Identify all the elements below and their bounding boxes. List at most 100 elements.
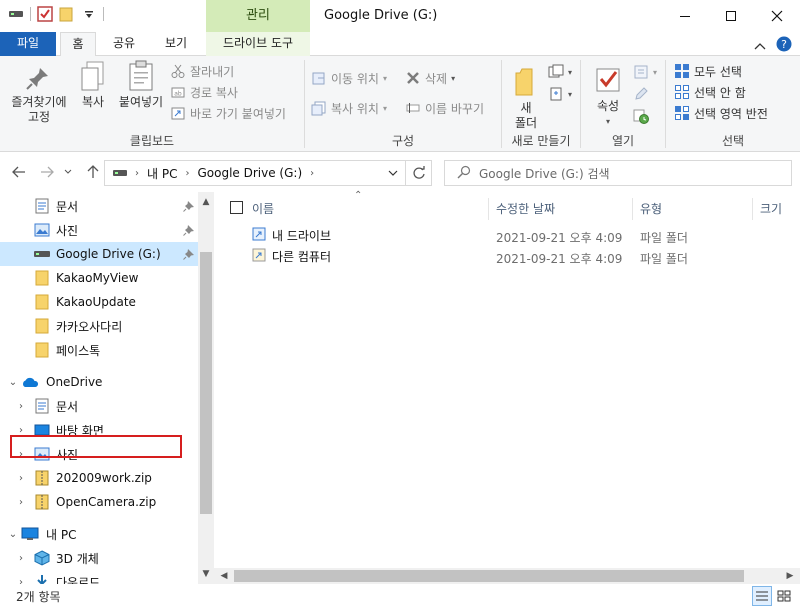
nav-item-this-pc[interactable]: ⌄ 내 PC xyxy=(0,522,198,546)
pin-to-quick-access-button[interactable]: 즐겨찾기에 고정 xyxy=(4,60,74,125)
nav-item-zip-opencamera[interactable]: › OpenCamera.zip xyxy=(0,490,198,514)
breadcrumb-this-pc[interactable]: 내 PC xyxy=(147,165,177,182)
search-input[interactable]: Google Drive (G:) 검색 xyxy=(444,160,792,186)
pin-icon[interactable] xyxy=(182,199,196,213)
nav-item-google-drive[interactable]: Google Drive (G:) xyxy=(0,242,198,266)
nav-item-kakaomyview[interactable]: KakaoMyView xyxy=(0,266,198,290)
column-header-name[interactable]: 이름 xyxy=(252,200,274,217)
chevron-right-icon[interactable]: › xyxy=(135,168,139,179)
paste-button[interactable]: 붙여넣기 xyxy=(114,60,168,110)
column-divider[interactable] xyxy=(632,198,633,220)
back-button[interactable] xyxy=(10,163,28,181)
move-to-icon xyxy=(311,70,327,86)
chevron-right-icon[interactable]: › xyxy=(14,471,28,485)
new-item-button[interactable]: ▾ xyxy=(548,62,572,82)
move-to-button[interactable]: 이동 위치 ▾ xyxy=(311,68,387,88)
scroll-right-icon[interactable]: ▶ xyxy=(782,568,798,584)
invert-selection-button[interactable]: 선택 영역 반전 xyxy=(674,103,768,123)
scrollbar-thumb[interactable] xyxy=(200,252,212,514)
open-button[interactable]: ▾ xyxy=(633,62,657,82)
scroll-up-icon[interactable]: ▲ xyxy=(198,194,214,210)
nav-item-3d-objects[interactable]: › 3D 개체 xyxy=(0,546,198,570)
large-icons-view-button[interactable] xyxy=(774,586,794,606)
maximize-button[interactable] xyxy=(708,0,754,32)
help-icon[interactable]: ? xyxy=(776,36,792,55)
chevron-right-icon[interactable]: › xyxy=(14,551,28,565)
close-button[interactable] xyxy=(754,0,800,32)
recent-locations-button[interactable] xyxy=(62,163,74,181)
table-row[interactable]: 다른 컴퓨터 2021-09-21 오후 4:09 파일 폴더 xyxy=(250,247,770,267)
folder-icon xyxy=(34,318,50,334)
table-row[interactable]: 내 드라이브 2021-09-21 오후 4:09 파일 폴더 xyxy=(250,226,770,246)
history-button[interactable] xyxy=(633,106,649,126)
select-all-button[interactable]: 모두 선택 xyxy=(674,61,742,81)
nav-item-zip-202009work[interactable]: › 202009work.zip xyxy=(0,466,198,490)
scrollbar-thumb[interactable] xyxy=(234,570,744,582)
delete-button[interactable]: 삭제 ▾ xyxy=(405,68,455,88)
tab-share[interactable]: 공유 xyxy=(104,32,144,56)
chevron-down-icon[interactable]: ⌄ xyxy=(6,527,20,541)
easy-access-button[interactable]: ▾ xyxy=(548,84,572,104)
copy-button[interactable]: 복사 xyxy=(74,60,112,110)
cut-button[interactable]: 잘라내기 xyxy=(170,61,234,81)
chevron-right-icon[interactable]: › xyxy=(185,168,189,179)
minimize-button[interactable] xyxy=(662,0,708,32)
paste-shortcut-button[interactable]: 바로 가기 붙여넣기 xyxy=(170,103,286,123)
column-divider[interactable] xyxy=(752,198,753,220)
properties-qat-icon[interactable] xyxy=(37,6,53,22)
customize-qat-icon[interactable] xyxy=(81,6,97,22)
column-divider[interactable] xyxy=(488,198,489,220)
nav-item-facetalk[interactable]: 페이스톡 xyxy=(0,338,198,362)
downloads-icon xyxy=(34,574,50,584)
details-view-button[interactable] xyxy=(752,586,772,606)
horizontal-scrollbar[interactable]: ◀ ▶ xyxy=(214,568,800,584)
pin-icon[interactable] xyxy=(182,247,196,261)
new-folder-button[interactable]: 새 폴더 xyxy=(506,66,546,131)
column-header-size[interactable]: 크기 xyxy=(760,200,782,217)
shortcut-folder-icon xyxy=(252,248,266,265)
tab-view[interactable]: 보기 xyxy=(154,32,198,56)
chevron-right-icon[interactable]: › xyxy=(310,168,314,179)
scroll-down-icon[interactable]: ▼ xyxy=(198,566,214,582)
rename-button[interactable]: 이름 바꾸기 xyxy=(405,98,484,118)
up-button[interactable] xyxy=(84,163,102,181)
nav-item-pictures[interactable]: 사진 xyxy=(0,218,198,242)
item-count: 2개 항목 xyxy=(16,590,61,604)
tab-home[interactable]: 홈 xyxy=(60,32,96,57)
expand-ribbon-icon[interactable] xyxy=(754,39,766,53)
edit-button[interactable] xyxy=(633,84,649,104)
chevron-right-icon[interactable]: › xyxy=(14,495,28,509)
chevron-right-icon[interactable]: › xyxy=(14,399,28,413)
address-bar[interactable]: › 내 PC › Google Drive (G:) › xyxy=(104,160,432,186)
scroll-left-icon[interactable]: ◀ xyxy=(216,568,232,584)
file-name: 다른 컴퓨터 xyxy=(272,250,332,264)
select-all-checkbox[interactable] xyxy=(230,201,243,214)
tab-drive-tools[interactable]: 드라이브 도구 xyxy=(206,32,310,56)
copy-path-button[interactable]: ab 경로 복사 xyxy=(170,82,238,102)
nav-item-kakaoupdate[interactable]: KakaoUpdate xyxy=(0,290,198,314)
nav-item-downloads[interactable]: › 다운로드 xyxy=(0,570,198,584)
group-organize: 이동 위치 ▾ 복사 위치 ▾ 삭제 ▾ 이름 바꾸기 구성 xyxy=(305,56,501,152)
properties-button[interactable]: 속성 ▾ xyxy=(587,64,629,129)
pin-icon[interactable] xyxy=(182,223,196,237)
chevron-down-icon[interactable]: ⌄ xyxy=(6,375,20,389)
select-none-button[interactable]: 선택 안 함 xyxy=(674,82,746,102)
column-header-type[interactable]: 유형 xyxy=(640,200,662,217)
refresh-button[interactable] xyxy=(405,161,431,185)
nav-item-onedrive-documents[interactable]: › 문서 xyxy=(0,394,198,418)
nav-item-onedrive[interactable]: ⌄ OneDrive xyxy=(0,370,198,394)
breadcrumb-google-drive[interactable]: Google Drive (G:) xyxy=(197,166,302,180)
chevron-right-icon[interactable]: › xyxy=(14,575,28,585)
nav-item-kakao-ladder[interactable]: 카카오사다리 xyxy=(0,314,198,338)
search-icon xyxy=(457,165,471,182)
new-folder-qat-icon[interactable] xyxy=(59,6,75,22)
tab-file[interactable]: 파일 xyxy=(0,32,56,56)
address-history-dropdown[interactable] xyxy=(381,161,405,185)
nav-item-documents[interactable]: 문서 xyxy=(0,194,198,218)
forward-button[interactable] xyxy=(38,163,56,181)
context-tab-manage: 관리 xyxy=(206,0,310,32)
nav-scrollbar[interactable]: ▲ ▼ xyxy=(198,192,214,584)
file-name: 내 드라이브 xyxy=(272,229,332,243)
copy-to-button[interactable]: 복사 위치 ▾ xyxy=(311,98,387,118)
column-header-modified[interactable]: 수정한 날짜 xyxy=(496,200,555,217)
